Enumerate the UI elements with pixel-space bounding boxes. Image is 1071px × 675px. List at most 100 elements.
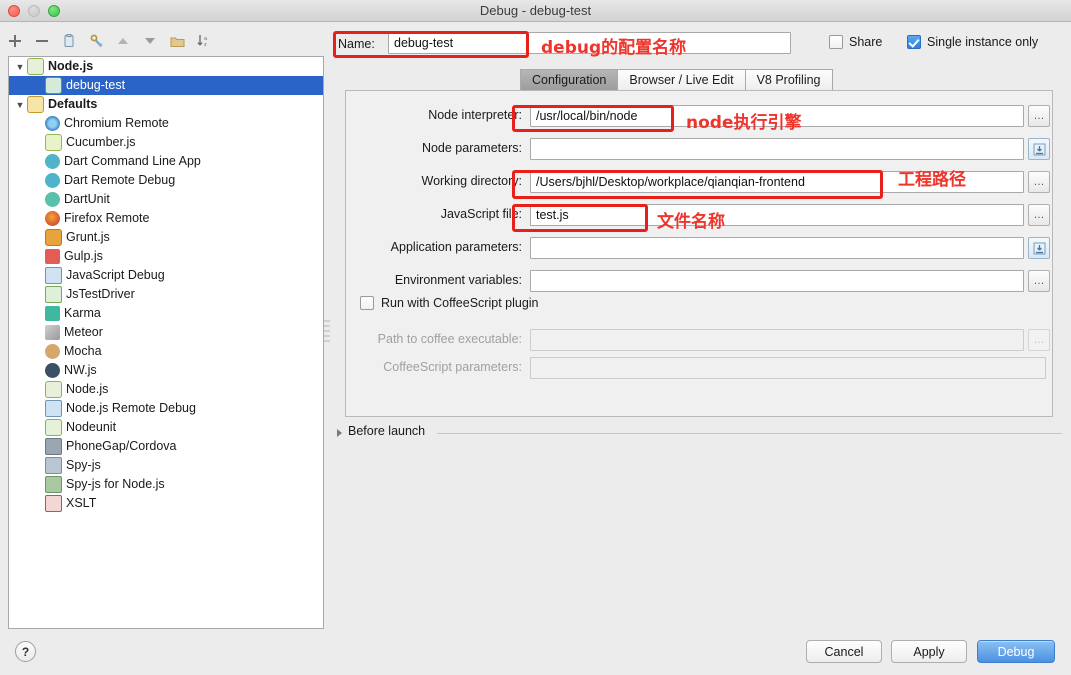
add-icon[interactable]	[6, 32, 24, 50]
config-type-icon	[45, 381, 62, 398]
copy-icon[interactable]	[60, 32, 78, 50]
tree-item-karma[interactable]: Karma	[9, 304, 323, 323]
coffeescript-checkbox-group[interactable]: Run with CoffeeScript plugin	[360, 296, 539, 310]
field-input	[530, 357, 1046, 379]
svg-text:z: z	[204, 42, 207, 48]
form-row: CoffeeScript parameters:	[346, 357, 1054, 379]
apply-button[interactable]: Apply	[891, 640, 967, 663]
field-input[interactable]	[530, 270, 1024, 292]
config-type-icon	[45, 476, 62, 493]
config-type-icon	[45, 325, 60, 340]
sort-alphabetically-icon[interactable]: az	[195, 32, 213, 50]
config-type-icon	[45, 267, 62, 284]
single-instance-checkbox-group[interactable]: Single instance only	[907, 35, 1038, 49]
field-label: CoffeeScript parameters:	[383, 360, 522, 374]
tree-item-label: Nodeunit	[66, 420, 117, 434]
expand-field-button[interactable]	[1028, 237, 1050, 259]
tree-item-spy-js-for-node-js[interactable]: Spy-js for Node.js	[9, 475, 323, 494]
chevron-right-icon[interactable]	[337, 429, 342, 437]
chevron-down-icon[interactable]: ▼	[13, 62, 27, 72]
tab-v8-profiling[interactable]: V8 Profiling	[744, 69, 833, 90]
tree-item-chromium-remote[interactable]: Chromium Remote	[9, 114, 323, 133]
form-row: Path to coffee executable:…	[346, 329, 1054, 351]
single-instance-label: Single instance only	[927, 35, 1039, 49]
field-input[interactable]	[530, 138, 1024, 160]
tree-item-label: Node.js	[48, 59, 94, 73]
field-label: Application parameters:	[390, 240, 522, 254]
field-input[interactable]: test.js	[530, 204, 1024, 226]
config-type-icon	[45, 457, 62, 474]
config-type-icon	[45, 306, 60, 321]
cancel-button[interactable]: Cancel	[806, 640, 882, 663]
tree-item-dart-remote-debug[interactable]: Dart Remote Debug	[9, 171, 323, 190]
config-type-icon	[45, 495, 62, 512]
tree-item-mocha[interactable]: Mocha	[9, 342, 323, 361]
share-label: Share	[849, 35, 883, 49]
tree-item-javascript-debug[interactable]: JavaScript Debug	[9, 266, 323, 285]
tab-browser-live-edit[interactable]: Browser / Live Edit	[617, 69, 745, 90]
tree-item-grunt-js[interactable]: Grunt.js	[9, 228, 323, 247]
chevron-down-icon[interactable]: ▼	[13, 100, 27, 110]
tree-item-dart-command-line-app[interactable]: Dart Command Line App	[9, 152, 323, 171]
tree-item-node-js-remote-debug[interactable]: Node.js Remote Debug	[9, 399, 323, 418]
debug-button[interactable]: Debug	[977, 640, 1055, 663]
tree-item-label: Node.js Remote Debug	[66, 401, 196, 415]
before-launch-divider	[437, 433, 1062, 434]
before-launch-section[interactable]: Before launch	[337, 424, 1062, 442]
run-configurations-tree[interactable]: ▼ Node.js debug-test ▼ Defaults Chromium Remo…	[8, 56, 324, 629]
tree-item-xslt[interactable]: XSLT	[9, 494, 323, 513]
share-checkbox-group[interactable]: Share	[829, 35, 882, 49]
move-up-icon[interactable]	[114, 32, 132, 50]
tree-item-label: Gulp.js	[64, 249, 103, 263]
single-instance-checkbox[interactable]	[907, 35, 921, 49]
browse-button[interactable]: …	[1028, 171, 1050, 193]
title-bar: Debug - debug-test	[0, 0, 1071, 22]
edit-defaults-icon[interactable]	[87, 32, 105, 50]
tree-item-nw-js[interactable]: NW.js	[9, 361, 323, 380]
coffeescript-label: Run with CoffeeScript plugin	[381, 296, 539, 310]
config-type-icon	[45, 173, 60, 188]
tree-item-label: Cucumber.js	[66, 135, 136, 149]
share-checkbox[interactable]	[829, 35, 843, 49]
configuration-panel: Node interpreter:/usr/local/bin/node… Nod…	[345, 90, 1053, 417]
field-input[interactable]	[530, 237, 1024, 259]
coffeescript-checkbox[interactable]	[360, 296, 374, 310]
window-title: Debug - debug-test	[479, 3, 592, 18]
panel-splitter[interactable]	[324, 320, 330, 346]
browse-button[interactable]: …	[1028, 105, 1050, 127]
help-button[interactable]: ?	[15, 641, 36, 662]
tree-item-label: JsTestDriver	[66, 287, 135, 301]
field-label: Node interpreter:	[428, 108, 522, 122]
tree-item-label: Defaults	[48, 97, 98, 111]
browse-button[interactable]: …	[1028, 270, 1050, 292]
tree-item-gulp-js[interactable]: Gulp.js	[9, 247, 323, 266]
before-launch-label: Before launch	[348, 424, 426, 438]
tree-item-label: Spy-js	[66, 458, 101, 472]
browse-button: …	[1028, 329, 1050, 351]
tree-item-jstestdriver[interactable]: JsTestDriver	[9, 285, 323, 304]
tree-item-node-js[interactable]: Node.js	[9, 380, 323, 399]
move-down-icon[interactable]	[141, 32, 159, 50]
form-row: Environment variables:…	[346, 270, 1054, 292]
tree-item-label: Meteor	[64, 325, 103, 339]
tree-item-label: debug-test	[66, 78, 126, 92]
folder-icon[interactable]	[168, 32, 186, 50]
form-row: Application parameters:	[346, 237, 1054, 259]
tree-item-cucumber-js[interactable]: Cucumber.js	[9, 133, 323, 152]
tree-item-defaults[interactable]: ▼ Defaults	[9, 95, 323, 114]
browse-button[interactable]: …	[1028, 204, 1050, 226]
config-type-icon	[45, 286, 62, 303]
tree-item-label: NW.js	[64, 363, 97, 377]
tree-item-spy-js[interactable]: Spy-js	[9, 456, 323, 475]
tree-item-dartunit[interactable]: DartUnit	[9, 190, 323, 209]
debug-configuration-dialog: Debug - debug-test az ▼ Node.js debug-test…	[0, 0, 1071, 675]
expand-field-button[interactable]	[1028, 138, 1050, 160]
tree-item-phonegap-cordova[interactable]: PhoneGap/Cordova	[9, 437, 323, 456]
tree-item-meteor[interactable]: Meteor	[9, 323, 323, 342]
tree-item-firefox-remote[interactable]: Firefox Remote	[9, 209, 323, 228]
remove-icon[interactable]	[33, 32, 51, 50]
tree-item-node-js[interactable]: ▼ Node.js	[9, 57, 323, 76]
tree-item-debug-test[interactable]: debug-test	[9, 76, 323, 95]
tree-item-nodeunit[interactable]: Nodeunit	[9, 418, 323, 437]
tab-configuration[interactable]: Configuration	[520, 69, 618, 90]
